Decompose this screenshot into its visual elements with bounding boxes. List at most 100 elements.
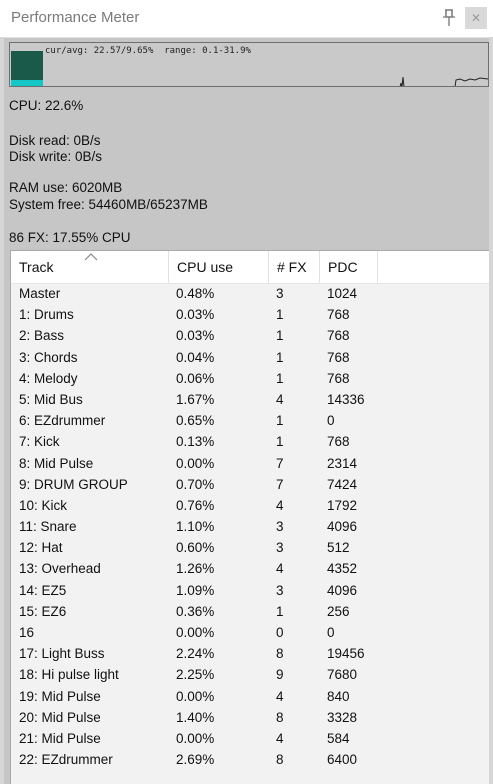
pdc-cell: 256 <box>327 603 350 619</box>
track-name-cell: 18: Hi pulse light <box>19 667 119 683</box>
pdc-cell: 7424 <box>327 476 358 492</box>
table-row[interactable]: 10: Kick 0.76% 4 1792 <box>11 495 489 516</box>
cpu-use-cell: 1.26% <box>176 561 215 577</box>
column-header-fx-count[interactable]: # FX <box>269 251 320 283</box>
table-row[interactable]: 16 0.00% 0 0 <box>11 622 489 643</box>
cpu-use-cell: 0.00% <box>176 688 215 704</box>
fx-count-cell: 1 <box>276 413 284 429</box>
pdc-cell: 4352 <box>327 561 358 577</box>
cpu-use-cell: 2.25% <box>176 667 215 683</box>
table-row[interactable]: 2: Bass 0.03% 1 768 <box>11 325 489 346</box>
cpu-use-cell: 0.76% <box>176 497 215 513</box>
cpu-use-cell: 0.00% <box>176 730 215 746</box>
track-name-cell: 21: Mid Pulse <box>19 730 101 746</box>
pdc-cell: 1024 <box>327 286 358 301</box>
table-row[interactable]: 14: EZ5 1.09% 3 4096 <box>11 580 489 601</box>
cpu-use-cell: 0.03% <box>176 328 215 344</box>
track-name-cell: 11: Snare <box>19 519 77 535</box>
cpu-use-cell: 0.48% <box>176 286 215 301</box>
pdc-cell: 14336 <box>327 391 365 407</box>
table-header: Track CPU use # FX PDC <box>11 251 489 284</box>
cpu-use-cell: 1.09% <box>176 582 215 598</box>
cpu-use-cell: 1.10% <box>176 519 215 535</box>
track-name-cell: 5: Mid Bus <box>19 391 83 407</box>
track-name-cell: 7: Kick <box>19 434 60 450</box>
fx-count-cell: 4 <box>276 561 284 577</box>
pin-icon <box>443 9 455 26</box>
table-row[interactable]: 8: Mid Pulse 0.00% 7 2314 <box>11 453 489 474</box>
pdc-cell: 6400 <box>327 752 358 768</box>
cpu-usage-text: CPU: 22.6% <box>9 98 84 113</box>
cpu-use-cell: 0.03% <box>176 307 215 323</box>
track-name-cell: 4: Melody <box>19 370 78 386</box>
pdc-cell: 512 <box>327 540 350 556</box>
fx-count-cell: 1 <box>276 349 284 365</box>
table-row[interactable]: 6: EZdrummer 0.65% 1 0 <box>11 410 489 431</box>
fx-count-cell: 9 <box>276 667 284 683</box>
table-row[interactable]: 18: Hi pulse light 2.25% 9 7680 <box>11 664 489 685</box>
fx-cpu-text: 86 FX: 17.55% CPU <box>9 230 131 245</box>
table-row[interactable]: 21: Mid Pulse 0.00% 4 584 <box>11 728 489 749</box>
cpu-use-cell: 2.24% <box>176 646 215 662</box>
pdc-cell: 3328 <box>327 709 358 725</box>
fx-count-cell: 8 <box>276 752 284 768</box>
track-name-cell: 15: EZ6 <box>19 603 67 619</box>
table-row[interactable]: 11: Snare 1.10% 3 4096 <box>11 516 489 537</box>
column-header-cpu-use[interactable]: CPU use <box>169 251 269 283</box>
fx-count-cell: 4 <box>276 688 284 704</box>
table-row[interactable]: 5: Mid Bus 1.67% 4 14336 <box>11 389 489 410</box>
ram-use-text: RAM use: 6020MB <box>9 180 123 195</box>
fx-count-cell: 1 <box>276 603 284 619</box>
fx-count-cell: 8 <box>276 709 284 725</box>
table-row[interactable]: 22: EZdrummer 2.69% 8 6400 <box>11 749 489 770</box>
pin-button[interactable] <box>436 6 462 30</box>
fx-count-cell: 7 <box>276 455 284 471</box>
column-header-pdc[interactable]: PDC <box>320 251 378 283</box>
fx-count-cell: 1 <box>276 307 284 323</box>
table-row[interactable]: 7: Kick 0.13% 1 768 <box>11 431 489 452</box>
track-name-cell: 1: Drums <box>19 307 74 323</box>
table-row[interactable]: 20: Mid Pulse 1.40% 8 3328 <box>11 707 489 728</box>
window-title: Performance Meter <box>11 9 140 26</box>
fx-count-cell: 3 <box>276 519 284 535</box>
close-icon: ✕ <box>470 11 482 25</box>
pdc-cell: 768 <box>327 307 350 323</box>
pdc-cell: 840 <box>327 688 350 704</box>
pdc-cell: 2314 <box>327 455 358 471</box>
pdc-cell: 0 <box>327 625 335 640</box>
track-cpu-table: Track CPU use # FX PDC Master 0.48% 3 1024 1… <box>10 250 489 784</box>
table-row[interactable]: Master 0.48% 3 1024 <box>11 283 489 304</box>
table-row[interactable]: 3: Chords 0.04% 1 768 <box>11 347 489 368</box>
column-header-track-label: Track <box>19 259 54 275</box>
track-name-cell: 16 <box>19 625 35 640</box>
system-free-text: System free: 54460MB/65237MB <box>9 197 208 212</box>
cpu-use-cell: 2.69% <box>176 752 215 768</box>
track-name-cell: 20: Mid Pulse <box>19 709 101 725</box>
cpu-history-line <box>399 76 488 86</box>
track-name-cell: 22: EZdrummer <box>19 752 113 768</box>
disk-write-text: Disk write: 0B/s <box>9 149 103 164</box>
graph-stats-label: cur/avg: 22.57/9.65% range: 0.1-31.9% <box>45 46 251 56</box>
pdc-cell: 768 <box>327 370 350 386</box>
cpu-use-cell: 0.06% <box>176 370 215 386</box>
table-row[interactable]: 13: Overhead 1.26% 4 4352 <box>11 558 489 579</box>
table-row[interactable]: 9: DRUM GROUP 0.70% 7 7424 <box>11 474 489 495</box>
table-row[interactable]: 15: EZ6 0.36% 1 256 <box>11 601 489 622</box>
column-header-track[interactable]: Track <box>11 251 169 283</box>
close-button[interactable]: ✕ <box>465 7 487 29</box>
table-row[interactable]: 17: Light Buss 2.24% 8 19456 <box>11 643 489 664</box>
pdc-cell: 768 <box>327 328 350 344</box>
fx-count-cell: 3 <box>276 286 284 301</box>
table-row[interactable]: 4: Melody 0.06% 1 768 <box>11 368 489 389</box>
fx-count-cell: 4 <box>276 497 284 513</box>
fx-count-cell: 8 <box>276 646 284 662</box>
cpu-use-cell: 0.00% <box>176 625 215 640</box>
pdc-cell: 584 <box>327 730 350 746</box>
table-row[interactable]: 1: Drums 0.03% 1 768 <box>11 304 489 325</box>
table-row[interactable]: 19: Mid Pulse 0.00% 4 840 <box>11 686 489 707</box>
track-name-cell: Master <box>19 286 61 301</box>
track-name-cell: 2: Bass <box>19 328 65 344</box>
pdc-cell: 768 <box>327 434 350 450</box>
cpu-use-cell: 0.60% <box>176 540 215 556</box>
table-row[interactable]: 12: Hat 0.60% 3 512 <box>11 537 489 558</box>
